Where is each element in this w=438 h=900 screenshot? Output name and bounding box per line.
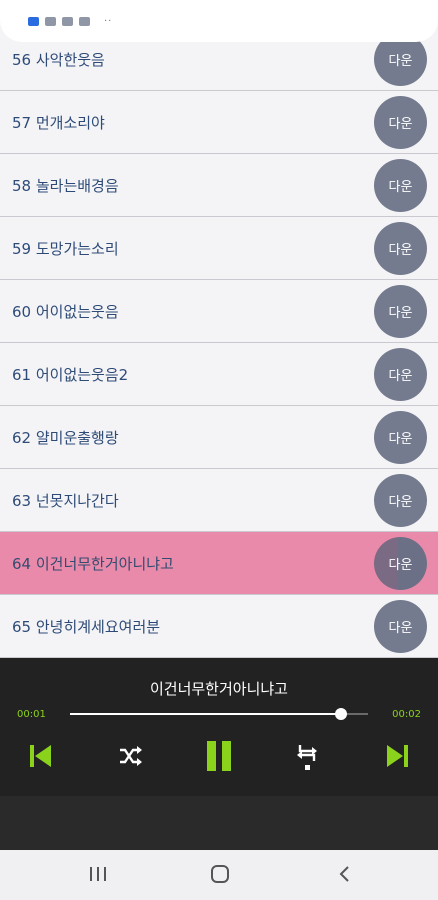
track-row[interactable]: 57 먼개소리야 다운 [0,91,438,154]
download-button[interactable]: 다운 [374,159,427,212]
track-row[interactable]: 62 얄미운출행랑 다운 [0,406,438,469]
player-footer [0,796,438,850]
shuffle-icon [118,746,142,766]
track-title: 60 어이없는웃음 [12,302,119,321]
download-button[interactable]: 다운 [374,474,427,527]
track-row[interactable]: 59 도망가는소리 다운 [0,217,438,280]
track-row[interactable]: 61 어이없는웃음2 다운 [0,343,438,406]
home-button[interactable] [209,865,231,887]
recent-apps-button[interactable] [87,865,109,887]
image-icon [62,17,73,26]
more-notifications-icon: ·· [104,16,113,27]
download-button[interactable]: 다운 [374,537,427,590]
previous-button[interactable] [22,738,58,774]
seek-bar-progress [70,713,342,715]
status-icons: ·· [28,16,112,27]
track-list[interactable]: 56 사악한웃음 다운 57 먼개소리야 다운 58 놀라는배경음 다운 59 … [0,28,438,658]
track-title: 64 이건너무한거아니냐고 [12,554,174,573]
now-playing-title: 이건너무한거아니냐고 [149,680,288,698]
repeat-button[interactable] [289,738,325,774]
track-row[interactable]: 58 놀라는배경음 다운 [0,154,438,217]
repeat-one-icon [296,741,318,771]
track-title: 65 안녕히계세요여러분 [12,617,161,636]
image-icon [45,17,56,26]
music-player: 이건너무한거아니냐고 00:01 00:02 [0,658,438,850]
image-icon [79,17,90,26]
track-title: 56 사악한웃음 [12,50,105,69]
total-time: 00:02 [392,709,421,720]
track-title: 57 먼개소리야 [12,113,105,132]
back-icon [337,865,351,887]
download-button[interactable]: 다운 [374,411,427,464]
download-button[interactable]: 다운 [374,600,427,653]
track-title: 61 어이없는웃음2 [12,365,129,384]
track-title: 59 도망가는소리 [12,239,119,258]
current-time: 00:01 [17,709,46,720]
app-icon [28,17,39,26]
navigation-bar [0,850,438,900]
download-button[interactable]: 다운 [374,285,427,338]
track-title: 63 넌못지나간다 [12,491,119,510]
skip-previous-icon [27,743,53,769]
seek-bar[interactable] [70,708,368,720]
track-row[interactable]: 60 어이없는웃음 다운 [0,280,438,343]
track-row[interactable]: 65 안녕히계세요여러분 다운 [0,595,438,658]
skip-next-icon [385,743,411,769]
recent-apps-icon [89,866,107,886]
shuffle-button[interactable] [112,738,148,774]
track-row-active[interactable]: 64 이건너무한거아니냐고 다운 [0,532,438,595]
track-row[interactable]: 63 넌못지나간다 다운 [0,469,438,532]
back-button[interactable] [333,865,355,887]
track-title: 58 놀라는배경음 [12,176,119,195]
next-button[interactable] [380,738,416,774]
download-button[interactable]: 다운 [374,222,427,275]
pause-button[interactable] [201,738,237,774]
download-button[interactable]: 다운 [374,96,427,149]
player-controls-panel: 이건너무한거아니냐고 00:01 00:02 [0,658,438,796]
status-bar: ·· [0,0,438,42]
pause-icon [205,740,233,772]
home-icon [210,864,230,888]
download-button[interactable]: 다운 [374,348,427,401]
track-title: 62 얄미운출행랑 [12,428,119,447]
seek-thumb[interactable] [335,708,348,720]
